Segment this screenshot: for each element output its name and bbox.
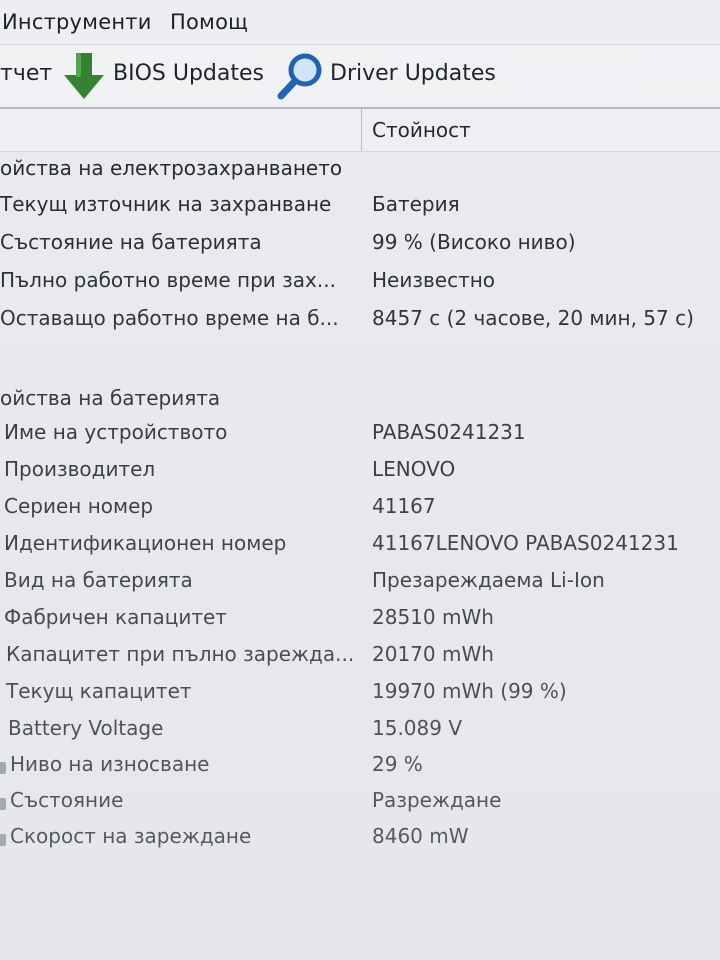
field-label: Производител bbox=[4, 457, 156, 481]
field-label: Текущ източник на захранване bbox=[0, 192, 332, 216]
report-button[interactable]: тчет bbox=[0, 61, 52, 86]
section-header-battery[interactable]: ойства на батерията bbox=[0, 382, 720, 418]
table-row[interactable]: Име на устройството PABAS0241231 bbox=[0, 420, 720, 456]
field-label: Вид на батерията bbox=[4, 568, 193, 592]
driver-updates-button[interactable]: Driver Updates bbox=[330, 61, 496, 86]
row-icon bbox=[0, 834, 6, 846]
field-label: Сериен номер bbox=[4, 494, 154, 518]
field-label: Име на устройството bbox=[4, 420, 228, 444]
field-label: Идентификационен номер bbox=[4, 531, 287, 555]
toolbar: тчет BIOS Updates Driver Updates bbox=[0, 45, 720, 109]
field-value: Батерия bbox=[372, 192, 460, 216]
menu-bar: Инструменти Помощ bbox=[0, 0, 720, 45]
field-value: 19970 mWh (99 %) bbox=[372, 679, 567, 703]
table-row[interactable]: Ниво на износване 29 % bbox=[0, 752, 720, 788]
field-value: LENOVO bbox=[372, 457, 456, 481]
download-arrow-icon[interactable] bbox=[62, 51, 106, 101]
table-row[interactable]: Сериен номер 41167 bbox=[0, 494, 720, 530]
field-value: 41167LENOVO PABAS0241231 bbox=[372, 531, 679, 555]
menu-tools[interactable]: Инструменти bbox=[2, 10, 152, 34]
section-title: ойства на електрозахранването bbox=[0, 156, 343, 180]
table-row[interactable]: Състояние Разреждане bbox=[0, 788, 720, 824]
table-row[interactable]: Фабричен капацитет 28510 mWh bbox=[0, 605, 720, 641]
field-value: Неизвестно bbox=[372, 268, 496, 292]
field-label: Battery Voltage bbox=[8, 716, 164, 740]
table-row[interactable]: Оставащо работно време на б... 8457 с (2… bbox=[0, 306, 720, 342]
field-label: Пълно работно време при зах... bbox=[0, 268, 336, 292]
field-label: Капацитет при пълно зарежда... bbox=[6, 642, 355, 666]
column-header: Стойност bbox=[0, 109, 720, 152]
field-label: Ниво на износване bbox=[10, 752, 210, 776]
field-value: Разреждане bbox=[372, 788, 502, 812]
field-value: 29 % bbox=[372, 752, 423, 776]
magnifier-icon[interactable] bbox=[276, 51, 324, 101]
field-label: Скорост на зареждане bbox=[10, 824, 252, 848]
field-value: 20170 mWh bbox=[372, 642, 494, 666]
table-row[interactable]: Състояние на батерията 99 % (Високо ниво… bbox=[0, 230, 720, 266]
field-value: 99 % (Високо ниво) bbox=[372, 230, 576, 254]
row-icon bbox=[0, 762, 6, 774]
table-row[interactable]: Идентификационен номер 41167LENOVO PABAS… bbox=[0, 531, 720, 567]
menu-help[interactable]: Помощ bbox=[170, 10, 248, 34]
table-row[interactable]: Battery Voltage 15.089 V bbox=[0, 716, 720, 752]
row-icon bbox=[0, 798, 6, 810]
section-title: ойства на батерията bbox=[0, 386, 221, 410]
field-label: Състояние на батерията bbox=[0, 230, 262, 254]
table-row[interactable]: Скорост на зареждане 8460 mW bbox=[0, 824, 720, 860]
field-value: 15.089 V bbox=[372, 716, 463, 740]
table-row[interactable]: Вид на батерията Презареждаема Li-Ion bbox=[0, 568, 720, 604]
field-value: 8460 mW bbox=[372, 824, 469, 848]
table-row[interactable]: Текущ източник на захранване Батерия bbox=[0, 192, 720, 228]
field-label: Фабричен капацитет bbox=[4, 605, 227, 629]
column-separator[interactable] bbox=[361, 109, 362, 151]
section-header-power[interactable]: ойства на електрозахранването bbox=[0, 152, 720, 188]
bios-updates-button[interactable]: BIOS Updates bbox=[113, 61, 264, 86]
field-value: Презареждаема Li-Ion bbox=[372, 568, 605, 592]
table-row[interactable]: Капацитет при пълно зарежда... 20170 mWh bbox=[0, 642, 720, 678]
table-row[interactable]: Текущ капацитет 19970 mWh (99 %) bbox=[0, 679, 720, 715]
field-label: Състояние bbox=[10, 788, 124, 812]
table-row[interactable]: Производител LENOVO bbox=[0, 457, 720, 493]
field-value: 41167 bbox=[372, 494, 436, 518]
table-row[interactable]: Пълно работно време при зах... Неизвестн… bbox=[0, 268, 720, 304]
field-label: Текущ капацитет bbox=[6, 679, 192, 703]
column-header-value[interactable]: Стойност bbox=[372, 118, 471, 142]
field-value: 8457 с (2 часове, 20 мин, 57 с) bbox=[372, 306, 694, 330]
field-value: 28510 mWh bbox=[372, 605, 494, 629]
field-label: Оставащо работно време на б... bbox=[0, 306, 339, 330]
field-value: PABAS0241231 bbox=[372, 420, 526, 444]
